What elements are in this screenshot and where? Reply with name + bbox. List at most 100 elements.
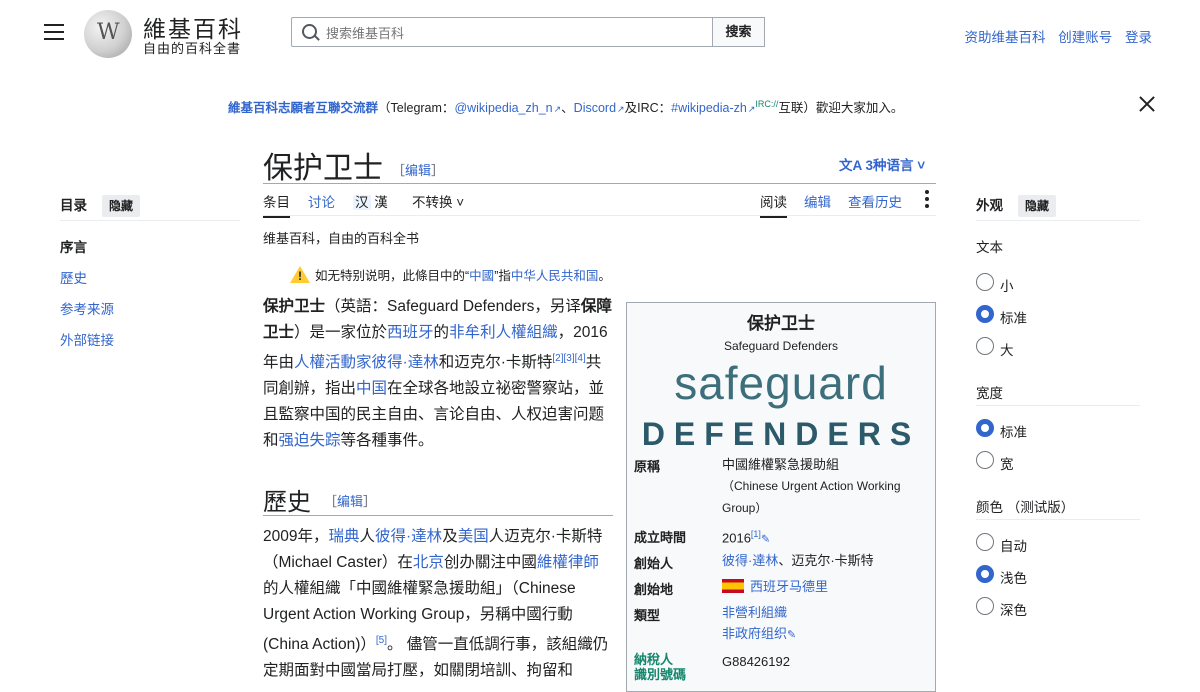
color-dark-radio[interactable] bbox=[976, 597, 994, 615]
color-dark-label[interactable]: 深色 bbox=[1000, 599, 1027, 619]
text-size-large-label[interactable]: 大 bbox=[1000, 339, 1014, 359]
reference-link[interactable]: [1] bbox=[751, 529, 761, 539]
reference-link[interactable]: [5] bbox=[376, 635, 387, 646]
infobox-label: 類型 bbox=[634, 608, 661, 623]
toc-item-history[interactable]: 歷史 bbox=[60, 267, 87, 287]
discord-link[interactable]: Discord bbox=[574, 101, 625, 115]
width-wide-radio[interactable] bbox=[976, 451, 994, 469]
telegram-link[interactable]: @wikipedia_zh_n bbox=[454, 101, 561, 115]
organization-logo-wordmark-2[interactable]: DEFENDERS bbox=[626, 416, 936, 453]
infobox-label: 原稱 bbox=[634, 459, 661, 474]
peter-dahlin-link[interactable]: 彼得·達林 bbox=[722, 553, 778, 568]
madrid-link[interactable]: 西班牙马德里 bbox=[750, 579, 828, 594]
width-standard-radio[interactable] bbox=[976, 419, 994, 437]
irc-link[interactable]: #wikipedia-zh bbox=[671, 101, 755, 115]
peter-dahlin-link[interactable]: 彼得·達林 bbox=[375, 528, 442, 545]
organization-logo-wordmark[interactable]: safeguard bbox=[626, 356, 936, 410]
toc-hide-button[interactable]: 隐藏 bbox=[102, 195, 141, 217]
sweden-link[interactable]: 瑞典 bbox=[328, 528, 359, 545]
pencil-icon[interactable]: ✎ bbox=[761, 533, 770, 545]
search-button[interactable]: 搜索 bbox=[712, 17, 765, 47]
language-count: 3种语言 bbox=[865, 158, 914, 173]
language-button[interactable]: 文A 3种语言 ˅ bbox=[839, 154, 925, 174]
taxpayer-label: 納稅人 bbox=[634, 652, 674, 667]
edit-link[interactable]: 编辑 bbox=[405, 163, 431, 178]
tab-article[interactable]: 条目 bbox=[263, 191, 290, 218]
appearance-heading: 外观 bbox=[976, 198, 1003, 213]
tab-edit[interactable]: 编辑 bbox=[804, 191, 831, 211]
text-size-small-label[interactable]: 小 bbox=[1000, 275, 1014, 295]
variant-dropdown[interactable]: 不转换 ˅ bbox=[412, 191, 464, 211]
donate-link[interactable]: 资助维基百科 bbox=[964, 30, 1045, 45]
title-edit-section: ［编辑］ bbox=[392, 160, 444, 179]
divider bbox=[976, 519, 1140, 520]
search-input[interactable] bbox=[324, 21, 708, 45]
login-link[interactable]: 登录 bbox=[1125, 30, 1152, 45]
tab-talk[interactable]: 讨论 bbox=[308, 191, 335, 211]
text-size-standard-label[interactable]: 标准 bbox=[1000, 307, 1027, 327]
spain-link[interactable]: 西班牙 bbox=[387, 324, 434, 341]
reference-link[interactable]: [2] bbox=[552, 353, 563, 364]
banner-text: 互联）歡迎大家加入。 bbox=[778, 101, 904, 115]
width-wide-label[interactable]: 宽 bbox=[1000, 453, 1014, 473]
close-banner-icon[interactable] bbox=[1138, 95, 1156, 113]
hatnote-text: 如无特别说明，此條目中的“ bbox=[315, 269, 470, 283]
site-tagline: 维基百科，自由的百科全书 bbox=[263, 231, 420, 246]
color-auto-label[interactable]: 自动 bbox=[1000, 535, 1027, 555]
bold-term: 保护卫士 bbox=[263, 298, 326, 315]
reference-link[interactable]: [3] bbox=[564, 353, 575, 364]
reference-link[interactable]: [4] bbox=[575, 353, 586, 364]
variant-han-traditional[interactable]: 漢 bbox=[374, 195, 388, 210]
toc-item-intro[interactable]: 序言 bbox=[60, 236, 87, 256]
usa-link[interactable]: 美国 bbox=[458, 528, 489, 545]
section-edit: ［编辑］ bbox=[324, 491, 376, 510]
color-light-label[interactable]: 浅色 bbox=[1000, 567, 1027, 587]
page-title: 保护卫士 bbox=[263, 152, 383, 185]
ngo-link[interactable]: 非政府组织 bbox=[722, 626, 787, 641]
logo-subtitle: 自由的百科全書 bbox=[143, 42, 242, 57]
activist-link[interactable]: 人權活動家 bbox=[294, 354, 372, 371]
personal-tools: 资助维基百科 创建账号 登录 bbox=[955, 26, 1152, 46]
tab-history[interactable]: 查看历史 bbox=[848, 191, 902, 211]
banner-text: 、 bbox=[561, 101, 574, 115]
nonprofit-link[interactable]: 非牟利人權組織 bbox=[449, 324, 558, 341]
text-size-large-radio[interactable] bbox=[976, 337, 994, 355]
color-auto-radio[interactable] bbox=[976, 533, 994, 551]
banner-text: （Telegram： bbox=[378, 101, 455, 115]
toc-item-external-links[interactable]: 外部链接 bbox=[60, 329, 114, 349]
text: ）是一家位於 bbox=[294, 324, 388, 341]
color-light-radio[interactable] bbox=[976, 565, 994, 583]
edit-section-link[interactable]: 编辑 bbox=[337, 494, 363, 509]
chevron-down-icon: ˅ bbox=[452, 195, 465, 210]
nonprofit-link[interactable]: 非營利組織 bbox=[722, 605, 787, 620]
sitenotice-banner: 維基百科志願者互聯交流群（Telegram：@wikipedia_zh_n、Di… bbox=[228, 97, 903, 116]
search-icon bbox=[302, 24, 317, 39]
beijing-link[interactable]: 北京 bbox=[413, 554, 444, 571]
search-box[interactable] bbox=[291, 17, 713, 47]
variant-switch[interactable]: 汉 漢 bbox=[353, 191, 388, 211]
toc-item-references[interactable]: 参考来源 bbox=[60, 298, 114, 318]
create-account-link[interactable]: 创建账号 bbox=[1058, 30, 1112, 45]
appearance-hide-button[interactable]: 隐藏 bbox=[1018, 195, 1057, 217]
history-paragraph: 2009年，瑞典人彼得·達林及美国人迈克尔·卡斯特（Michael Caster… bbox=[263, 524, 613, 684]
main-menu-icon[interactable] bbox=[44, 24, 64, 40]
infobox-value: 西班牙马德里 bbox=[722, 576, 927, 597]
text-size-standard-radio[interactable] bbox=[976, 305, 994, 323]
prc-link[interactable]: 中华人民共和国 bbox=[511, 269, 599, 283]
variant-han-simplified[interactable]: 汉 bbox=[353, 195, 371, 210]
text-size-small-radio[interactable] bbox=[976, 273, 994, 291]
rights-lawyer-link[interactable]: 維權律師 bbox=[537, 554, 599, 571]
wikipedia-globe-logo[interactable] bbox=[84, 10, 132, 58]
peter-dahlin-link[interactable]: 彼得·達林 bbox=[372, 354, 439, 371]
china-link[interactable]: 中國 bbox=[469, 269, 494, 283]
enforced-disappearance-link[interactable]: 强迫失踪 bbox=[279, 432, 341, 449]
more-actions-icon[interactable] bbox=[925, 190, 929, 211]
china-link[interactable]: 中国 bbox=[356, 380, 387, 397]
infobox-value: 2016[1]✎ bbox=[722, 524, 927, 550]
irc-protocol-note[interactable]: IRC:// bbox=[755, 99, 778, 109]
original-name-english: （Chinese Urgent Action Working Group） bbox=[722, 479, 901, 515]
tab-read[interactable]: 阅读 bbox=[760, 191, 787, 218]
width-standard-label[interactable]: 标准 bbox=[1000, 421, 1027, 441]
pencil-icon[interactable]: ✎ bbox=[787, 629, 796, 641]
community-group-link[interactable]: 維基百科志願者互聯交流群 bbox=[228, 101, 378, 115]
